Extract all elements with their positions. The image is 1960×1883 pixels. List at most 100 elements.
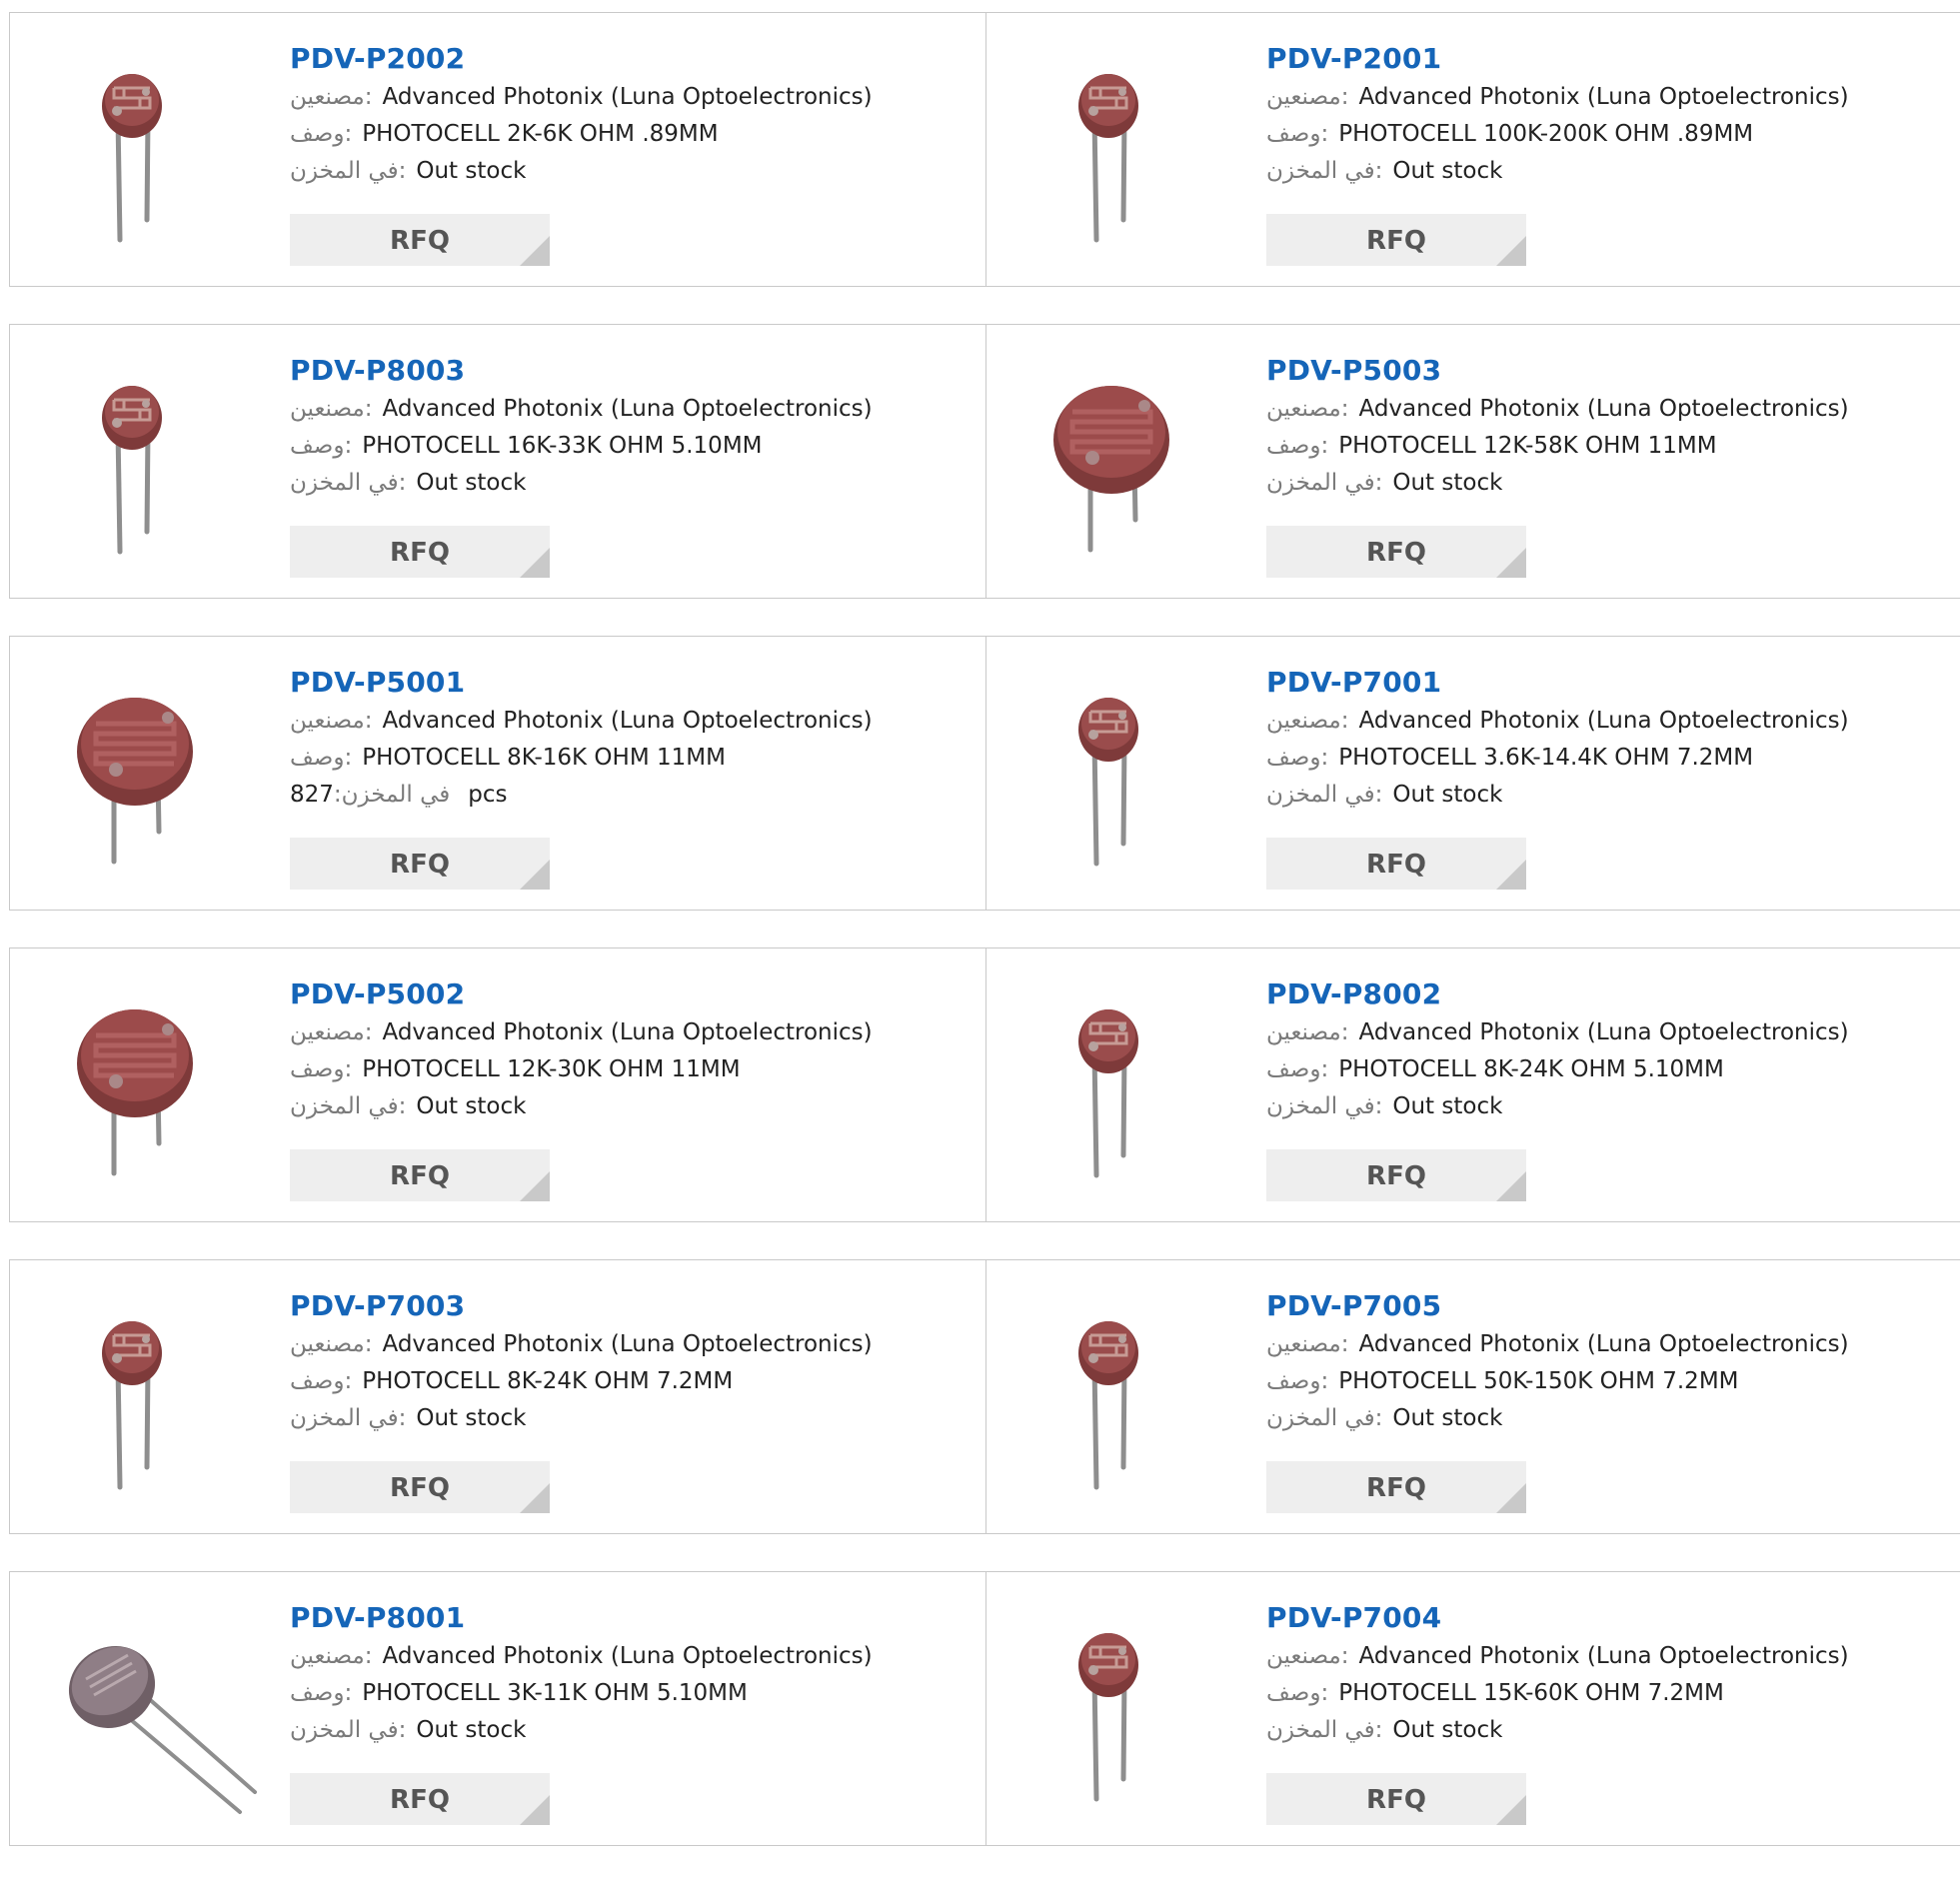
part-number-link[interactable]: PDV-P7001 xyxy=(1266,663,1946,703)
description-line: وصف: PHOTOCELL 2K-6K OHM .89MM xyxy=(290,116,970,153)
manufacturer-line: مصنعين: Advanced Photonix (Luna Optoelect… xyxy=(1266,1326,1946,1363)
product-card: PDV-P7003 مصنعين: Advanced Photonix (Luna … xyxy=(9,1259,986,1534)
rfq-button[interactable]: RFQ xyxy=(1266,1149,1526,1201)
part-number-link[interactable]: PDV-P2002 xyxy=(290,39,970,79)
stock-line: في المخزن: Out stock xyxy=(1266,1400,1946,1437)
corner-triangle-icon xyxy=(520,1171,550,1201)
corner-triangle-icon xyxy=(520,236,550,266)
rfq-label: RFQ xyxy=(390,850,450,880)
manufacturer-line: مصنعين: Advanced Photonix (Luna Optoelect… xyxy=(290,79,970,116)
stock-value: Out stock xyxy=(416,1717,527,1743)
description-line: وصف: PHOTOCELL 12K-30K OHM 11MM xyxy=(290,1051,970,1088)
manufacturer-value: Advanced Photonix (Luna Optoelectronics) xyxy=(1358,84,1849,110)
rfq-button[interactable]: RFQ xyxy=(1266,838,1526,890)
corner-triangle-icon xyxy=(1496,860,1526,890)
stock-label: في المخزن: xyxy=(1266,470,1383,496)
description-label: وصف: xyxy=(290,433,353,459)
part-number-link[interactable]: PDV-P2001 xyxy=(1266,39,1946,79)
rfq-label: RFQ xyxy=(1366,226,1426,256)
part-number-link[interactable]: PDV-P5001 xyxy=(290,663,970,703)
product-info: PDV-P8002 مصنعين: Advanced Photonix (Luna … xyxy=(1266,974,1946,1125)
description-value: PHOTOCELL 12K-30K OHM 11MM xyxy=(362,1056,741,1082)
stock-label: في المخزن: xyxy=(1266,1405,1383,1431)
stock-line: في المخزن: Out stock xyxy=(290,153,970,190)
stock-value: Out stock xyxy=(1392,1093,1503,1119)
part-number-link[interactable]: PDV-P8003 xyxy=(290,351,970,391)
description-line: وصف: PHOTOCELL 50K-150K OHM 7.2MM xyxy=(1266,1363,1946,1400)
rfq-button[interactable]: RFQ xyxy=(290,214,550,266)
rfq-label: RFQ xyxy=(1366,1785,1426,1815)
description-value: PHOTOCELL 50K-150K OHM 7.2MM xyxy=(1338,1368,1739,1394)
product-info: PDV-P7005 مصنعين: Advanced Photonix (Luna … xyxy=(1266,1286,1946,1437)
corner-triangle-icon xyxy=(1496,1171,1526,1201)
part-number-link[interactable]: PDV-P7003 xyxy=(290,1286,970,1326)
description-line: وصف: PHOTOCELL 100K-200K OHM .89MM xyxy=(1266,116,1946,153)
manufacturer-value: Advanced Photonix (Luna Optoelectronics) xyxy=(382,1331,873,1357)
photocell-small-icon[interactable] xyxy=(50,360,260,570)
part-number-link[interactable]: PDV-P5002 xyxy=(290,974,970,1014)
description-value: PHOTOCELL 16K-33K OHM 5.10MM xyxy=(362,433,763,459)
description-line: وصف: PHOTOCELL 8K-24K OHM 5.10MM xyxy=(1266,1051,1946,1088)
stock-line: في المخزن: Out stock xyxy=(290,1400,970,1437)
photocell-small-icon[interactable] xyxy=(50,1295,260,1505)
manufacturer-label: مصنعين: xyxy=(1266,396,1349,422)
product-grid: PDV-P2002 مصنعين: Advanced Photonix (Luna … xyxy=(9,12,1960,1883)
stock-line: في المخزن: Out stock xyxy=(1266,1712,1946,1749)
rfq-label: RFQ xyxy=(390,1785,450,1815)
corner-triangle-icon xyxy=(1496,1795,1526,1825)
photocell-small-icon[interactable] xyxy=(1026,48,1236,258)
description-value: PHOTOCELL 3.6K-14.4K OHM 7.2MM xyxy=(1338,745,1754,771)
corner-triangle-icon xyxy=(1496,548,1526,578)
corner-triangle-icon xyxy=(1496,236,1526,266)
product-card: PDV-P5002 مصنعين: Advanced Photonix (Luna … xyxy=(9,947,986,1222)
part-number-link[interactable]: PDV-P7005 xyxy=(1266,1286,1946,1326)
rfq-button[interactable]: RFQ xyxy=(290,1461,550,1513)
rfq-button[interactable]: RFQ xyxy=(290,838,550,890)
manufacturer-line: مصنعين: Advanced Photonix (Luna Optoelect… xyxy=(1266,79,1946,116)
manufacturer-value: Advanced Photonix (Luna Optoelectronics) xyxy=(382,708,873,734)
photocell-large-icon[interactable] xyxy=(50,672,260,882)
photocell-small-icon[interactable] xyxy=(1026,983,1236,1193)
product-info: PDV-P8003 مصنعين: Advanced Photonix (Luna … xyxy=(290,351,970,502)
rfq-label: RFQ xyxy=(1366,1473,1426,1503)
stock-label: في المخزن: xyxy=(290,470,407,496)
rfq-button[interactable]: RFQ xyxy=(290,526,550,578)
rfq-button[interactable]: RFQ xyxy=(290,1773,550,1825)
photocell-small-icon[interactable] xyxy=(50,48,260,258)
rfq-button[interactable]: RFQ xyxy=(1266,214,1526,266)
manufacturer-label: مصنعين: xyxy=(1266,1643,1349,1669)
product-card: PDV-P8003 مصنعين: Advanced Photonix (Luna … xyxy=(9,324,986,599)
rfq-button[interactable]: RFQ xyxy=(1266,1773,1526,1825)
rfq-button[interactable]: RFQ xyxy=(1266,1461,1526,1513)
rfq-button[interactable]: RFQ xyxy=(290,1149,550,1201)
stock-value: Out stock xyxy=(1392,158,1503,184)
product-card: PDV-P7005 مصنعين: Advanced Photonix (Luna … xyxy=(985,1259,1960,1534)
manufacturer-value: Advanced Photonix (Luna Optoelectronics) xyxy=(382,396,873,422)
stock-qty: 827 xyxy=(290,782,334,808)
part-number-link[interactable]: PDV-P8001 xyxy=(290,1598,970,1638)
stock-line: في المخزن: Out stock xyxy=(290,1712,970,1749)
photocell-large-icon[interactable] xyxy=(1026,360,1236,570)
description-label: وصف: xyxy=(1266,1368,1329,1394)
part-number-link[interactable]: PDV-P5003 xyxy=(1266,351,1946,391)
product-card: PDV-P2001 مصنعين: Advanced Photonix (Luna … xyxy=(985,12,1960,287)
rfq-button[interactable]: RFQ xyxy=(1266,526,1526,578)
part-number-link[interactable]: PDV-P8002 xyxy=(1266,974,1946,1014)
photocell-small-icon[interactable] xyxy=(1026,1607,1236,1817)
manufacturer-value: Advanced Photonix (Luna Optoelectronics) xyxy=(1358,1643,1849,1669)
manufacturer-label: مصنعين: xyxy=(290,1643,373,1669)
description-value: PHOTOCELL 8K-16K OHM 11MM xyxy=(362,745,726,771)
product-info: PDV-P8001 مصنعين: Advanced Photonix (Luna … xyxy=(290,1598,970,1749)
manufacturer-line: مصنعين: Advanced Photonix (Luna Optoelect… xyxy=(290,1014,970,1051)
stock-label: في المخزن: xyxy=(290,158,407,184)
product-info: PDV-P2002 مصنعين: Advanced Photonix (Luna … xyxy=(290,39,970,190)
photocell-small-icon[interactable] xyxy=(1026,672,1236,882)
rfq-label: RFQ xyxy=(390,1473,450,1503)
photocell-angled-icon[interactable] xyxy=(50,1607,260,1817)
photocell-large-icon[interactable] xyxy=(50,983,260,1193)
stock-label: في المخزن: xyxy=(1266,1093,1383,1119)
photocell-small-icon[interactable] xyxy=(1026,1295,1236,1505)
part-number-link[interactable]: PDV-P7004 xyxy=(1266,1598,1946,1638)
description-value: PHOTOCELL 2K-6K OHM .89MM xyxy=(362,121,719,147)
rfq-label: RFQ xyxy=(390,1161,450,1191)
